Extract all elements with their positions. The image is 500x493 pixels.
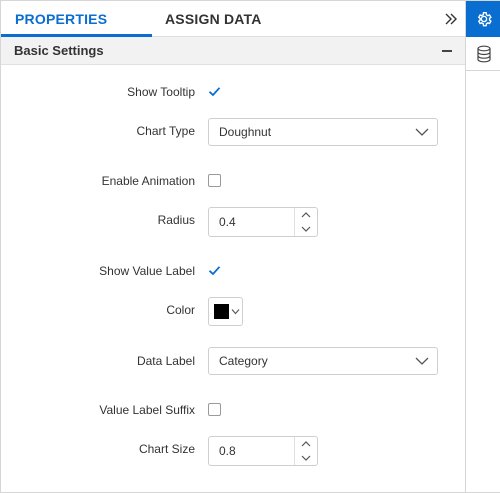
gear-icon (477, 12, 492, 27)
color-picker-button[interactable] (208, 297, 243, 326)
checkmark-icon (208, 87, 221, 97)
enable-animation-checkbox[interactable] (208, 174, 221, 187)
chevron-down-icon (301, 226, 311, 232)
color-label: Color (166, 303, 195, 317)
show-tooltip-label: Show Tooltip (127, 85, 195, 99)
chart-size-decrement-button[interactable] (295, 451, 317, 465)
chart-size-label: Chart Size (138, 442, 195, 456)
tab-assign-data[interactable]: ASSIGN DATA (165, 1, 262, 37)
chart-type-label: Chart Type (136, 124, 195, 138)
chart-type-value: Doughnut (219, 125, 272, 139)
radius-label: Radius (157, 213, 195, 227)
chevron-down-icon (415, 357, 429, 365)
radius-decrement-button[interactable] (295, 222, 317, 236)
section-title: Basic Settings (14, 43, 104, 58)
chevron-down-icon (301, 455, 311, 461)
chart-size-stepper[interactable]: 0.8 (208, 436, 318, 466)
right-rail (465, 1, 500, 492)
chart-size-increment-button[interactable] (295, 437, 317, 451)
checkmark-icon (208, 266, 221, 276)
show-value-label-label: Show Value Label (99, 264, 195, 278)
radius-increment-button[interactable] (295, 208, 317, 222)
settings-rail-button[interactable] (466, 1, 500, 37)
chart-type-dropdown[interactable]: Doughnut (208, 118, 438, 146)
color-swatch (214, 304, 229, 319)
data-label-label: Data Label (136, 354, 195, 368)
double-chevron-right-icon (445, 13, 457, 25)
show-value-label-checkbox[interactable] (208, 264, 221, 277)
data-rail-button[interactable] (466, 37, 500, 71)
chevron-up-icon (301, 441, 311, 447)
tab-bar: PROPERTIES ASSIGN DATA (1, 1, 465, 37)
database-icon (476, 45, 491, 62)
chevron-down-icon (231, 309, 240, 315)
radius-value: 0.4 (219, 215, 236, 229)
section-header-basic-settings[interactable]: Basic Settings (1, 37, 465, 65)
chevron-down-icon (415, 128, 429, 136)
properties-panel: PROPERTIES ASSIGN DATA Basic Settings Sh… (0, 0, 500, 493)
show-tooltip-checkbox[interactable] (208, 85, 221, 98)
radius-stepper[interactable]: 0.4 (208, 207, 318, 237)
minus-icon[interactable] (442, 50, 452, 52)
data-label-dropdown[interactable]: Category (208, 347, 438, 375)
collapse-panel-button[interactable] (441, 9, 461, 29)
chevron-up-icon (301, 212, 311, 218)
value-label-suffix-checkbox[interactable] (208, 403, 221, 416)
value-label-suffix-label: Value Label Suffix (99, 403, 195, 417)
chart-size-value: 0.8 (219, 444, 236, 458)
tab-properties[interactable]: PROPERTIES (15, 1, 107, 37)
enable-animation-label: Enable Animation (101, 174, 195, 188)
data-label-value: Category (219, 354, 268, 368)
